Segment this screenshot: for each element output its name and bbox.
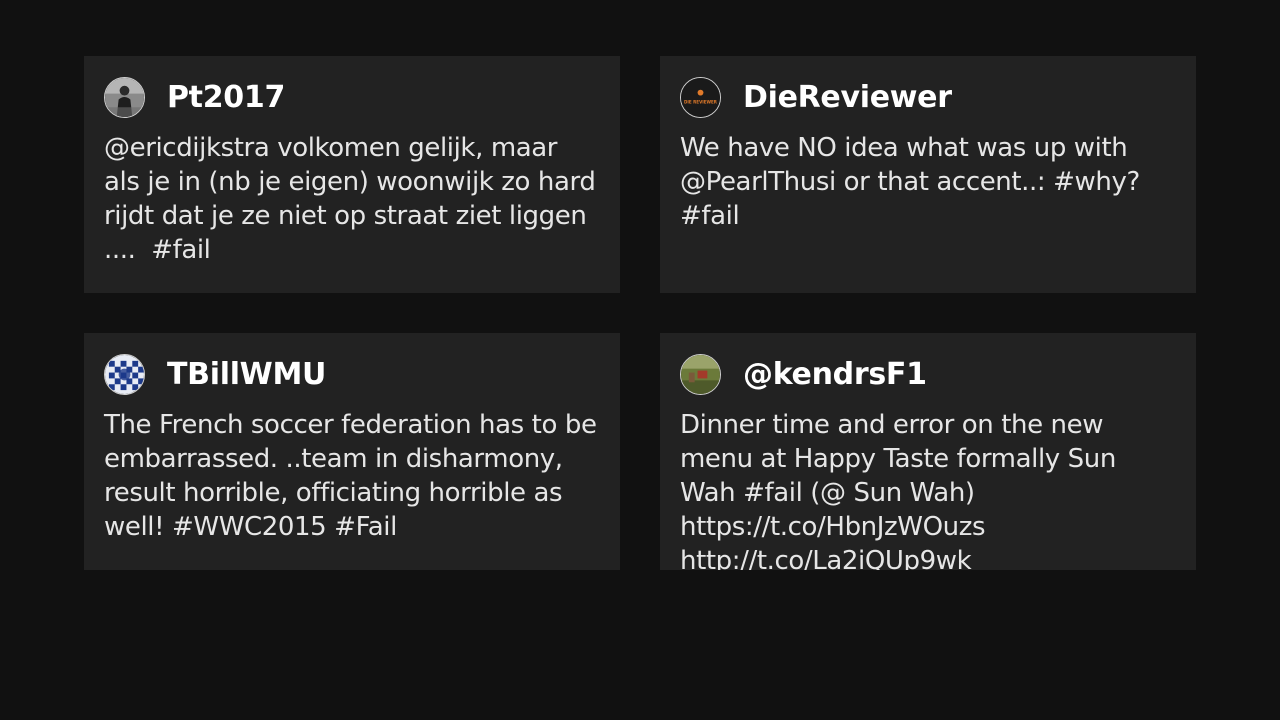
tweet-card[interactable]: Pt2017 @ericdijkstra volkomen gelijk, ma… — [84, 56, 620, 293]
checkered-flag-avatar[interactable] — [104, 354, 145, 395]
tweet-card[interactable]: DIE REVIEWER DieReviewer We have NO idea… — [660, 56, 1196, 293]
tweet-header: @kendrsF1 — [680, 353, 1176, 396]
tweet-header: DIE REVIEWER DieReviewer — [680, 76, 1176, 119]
tweet-card[interactable]: @kendrsF1 Dinner time and error on the n… — [660, 333, 1196, 570]
username[interactable]: @kendrsF1 — [743, 357, 927, 392]
tweet-header: Pt2017 — [104, 76, 600, 119]
tweet-text: We have NO idea what was up with @PearlT… — [680, 133, 1148, 231]
username[interactable]: DieReviewer — [743, 80, 952, 115]
tweet-grid: Pt2017 @ericdijkstra volkomen gelijk, ma… — [84, 56, 1196, 570]
tweet-card[interactable]: TBillWMU The French soccer federation ha… — [84, 333, 620, 570]
tweet-text: @ericdijkstra volkomen gelijk, maar als … — [104, 133, 604, 265]
username[interactable]: Pt2017 — [167, 80, 285, 115]
tweet-header: TBillWMU — [104, 353, 600, 396]
outdoor-photo-avatar[interactable] — [680, 354, 721, 395]
logo-text: DIE REVIEWER — [684, 99, 718, 104]
tweet-text: Dinner time and error on the new menu at… — [680, 410, 1124, 570]
die-reviewer-logo-avatar[interactable]: DIE REVIEWER — [680, 77, 721, 118]
tweet-text: The French soccer federation has to be e… — [104, 410, 605, 542]
person-photo-avatar[interactable] — [104, 77, 145, 118]
username[interactable]: TBillWMU — [167, 357, 326, 392]
